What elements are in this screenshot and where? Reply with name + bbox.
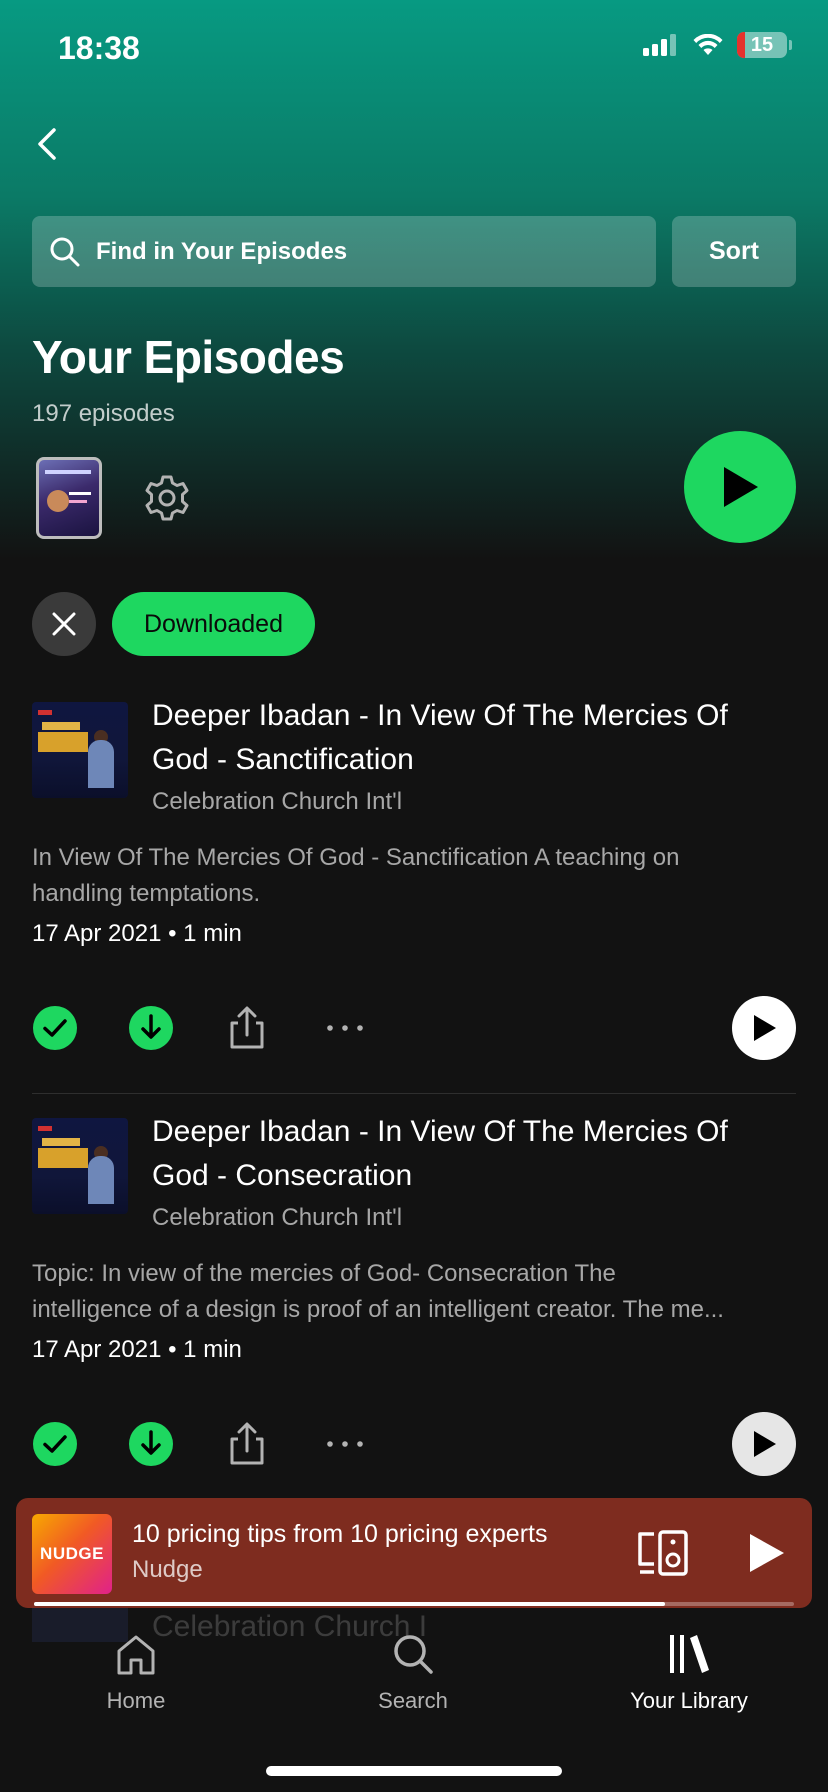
back-chevron-icon[interactable] xyxy=(30,122,66,166)
share-icon[interactable] xyxy=(224,1421,270,1467)
description-line: Topic: In view of the mercies of God- Co… xyxy=(32,1260,616,1287)
episode-play-button[interactable] xyxy=(732,1412,796,1476)
playback-progress-bar[interactable] xyxy=(34,1602,794,1606)
home-indicator xyxy=(266,1766,562,1776)
close-icon xyxy=(52,612,76,636)
divider xyxy=(32,1093,796,1094)
episode-count: 197 episodes xyxy=(32,400,175,427)
more-options-icon[interactable] xyxy=(322,1421,368,1467)
play-all-button[interactable] xyxy=(684,431,796,543)
nav-your-library[interactable]: Your Library xyxy=(589,1632,789,1714)
bottom-navigation: Celebration Church I Home Search Your Li… xyxy=(0,1602,828,1792)
description-line: intelligence of a design is proof of an … xyxy=(32,1296,724,1323)
page-title: Your Episodes xyxy=(32,331,345,383)
cellular-signal-icon xyxy=(643,34,676,56)
now-playing-title: 10 pricing tips from 10 pricing experts xyxy=(132,1520,548,1548)
episode-date-duration: 17 Apr 2021 • 1 min xyxy=(32,920,242,947)
episode-show-name[interactable]: Celebration Church Int'l xyxy=(152,788,402,816)
mini-player-play-icon[interactable] xyxy=(742,1530,788,1576)
episode-title[interactable]: Deeper Ibadan - In View Of The Mercies O… xyxy=(152,1110,792,1198)
settings-gear-icon[interactable] xyxy=(142,473,192,523)
episode-play-button[interactable] xyxy=(732,996,796,1060)
search-field[interactable] xyxy=(32,216,656,287)
filter-chip-downloaded[interactable]: Downloaded xyxy=(112,592,315,656)
play-icon xyxy=(754,1431,776,1457)
play-icon xyxy=(754,1015,776,1041)
home-icon xyxy=(117,1635,155,1675)
episode-actions xyxy=(32,996,796,1060)
battery-indicator: 15 xyxy=(737,32,787,58)
more-options-icon[interactable] xyxy=(322,1005,368,1051)
clear-filter-button[interactable] xyxy=(32,592,96,656)
episode-description: Topic: In view of the mercies of God- Co… xyxy=(32,1256,796,1328)
nav-your-library-label: Your Library xyxy=(630,1688,748,1713)
added-check-icon[interactable] xyxy=(32,1421,78,1467)
added-check-icon[interactable] xyxy=(32,1005,78,1051)
description-line: handling temptations. xyxy=(32,880,261,907)
episode-actions xyxy=(32,1412,796,1476)
downloaded-icon[interactable] xyxy=(128,1005,174,1051)
downloaded-icon[interactable] xyxy=(128,1421,174,1467)
wifi-icon xyxy=(693,34,723,55)
now-playing-artwork: NUDGE xyxy=(32,1514,112,1594)
battery-tip xyxy=(789,40,792,50)
share-icon[interactable] xyxy=(224,1005,270,1051)
description-line: In View Of The Mercies Of God - Sanctifi… xyxy=(32,844,680,871)
play-icon xyxy=(724,467,758,507)
episode-show-name[interactable]: Celebration Church Int'l xyxy=(152,1204,402,1232)
search-icon xyxy=(50,237,80,266)
sort-button[interactable]: Sort xyxy=(672,216,796,287)
episode-artwork xyxy=(32,1118,128,1214)
episode-title[interactable]: Deeper Ibadan - In View Of The Mercies O… xyxy=(152,694,792,782)
nav-search[interactable]: Search xyxy=(313,1632,513,1714)
episode-date-duration: 17 Apr 2021 • 1 min xyxy=(32,1336,242,1363)
playlist-cover-thumbnail[interactable] xyxy=(36,457,102,539)
search-icon xyxy=(394,1635,433,1674)
now-playing-bar[interactable]: NUDGE 10 pricing tips from 10 pricing ex… xyxy=(16,1498,812,1608)
library-icon xyxy=(670,1635,709,1673)
status-time: 18:38 xyxy=(58,30,140,66)
nav-home[interactable]: Home xyxy=(36,1632,236,1714)
episode-description: In View Of The Mercies Of God - Sanctifi… xyxy=(32,840,796,912)
nav-home-label: Home xyxy=(106,1688,166,1713)
episode-artwork xyxy=(32,702,128,798)
nav-search-label: Search xyxy=(378,1688,448,1713)
playback-progress-fill xyxy=(34,1602,665,1606)
connect-devices-icon[interactable] xyxy=(636,1528,690,1578)
status-icons: 15 xyxy=(643,32,792,58)
search-input[interactable] xyxy=(94,236,618,267)
now-playing-show: Nudge xyxy=(132,1556,203,1583)
